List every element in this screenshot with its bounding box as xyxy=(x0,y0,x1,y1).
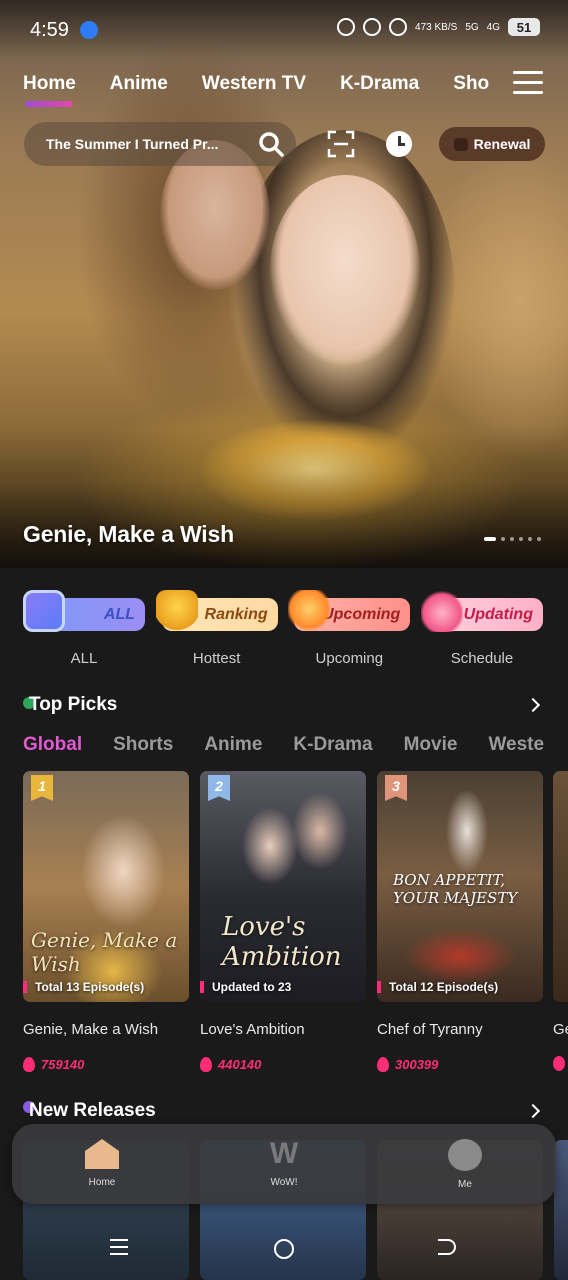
flame-icon xyxy=(553,1056,565,1071)
renewal-label: Renewal xyxy=(473,136,531,152)
chip-ranking[interactable]: Ranking xyxy=(155,590,278,638)
nav-wow-label: WoW! xyxy=(270,1177,298,1188)
search-icon[interactable] xyxy=(258,131,284,157)
chip-label-hottest[interactable]: Hottest xyxy=(156,650,278,667)
flame-icon xyxy=(200,1057,212,1072)
trophy-icon xyxy=(155,590,198,632)
new-releases-title: New Releases xyxy=(29,1100,156,1121)
carousel-dots xyxy=(484,537,541,541)
carousel-dot xyxy=(484,537,496,541)
back-icon[interactable] xyxy=(438,1239,456,1255)
subtab-movie[interactable]: Movie xyxy=(404,734,458,756)
wow-icon: W xyxy=(269,1137,299,1170)
rank-badge: 1 xyxy=(31,775,53,801)
show-name[interactable]: Genie, Make a Wish xyxy=(23,1021,189,1038)
chip-upcoming[interactable]: Upcoming xyxy=(288,590,411,638)
rank-badge: 2 xyxy=(208,775,230,801)
poster-title: BON APPETIT, YOUR MAJESTY xyxy=(393,871,518,907)
carousel-dot xyxy=(501,537,505,541)
tab-k-drama[interactable]: K-Drama xyxy=(340,73,419,95)
carousel-dot xyxy=(519,537,523,541)
view-count: 440140 xyxy=(218,1057,262,1072)
headphones-icon xyxy=(363,18,382,36)
view-count: 300399 xyxy=(395,1057,439,1072)
system-nav-bar xyxy=(0,1222,568,1280)
net-speed: 473 KB/S xyxy=(415,21,458,33)
chevron-right-icon[interactable] xyxy=(525,697,541,713)
show-card[interactable]: 3 BON APPETIT, YOUR MAJESTY Total 12 Epi… xyxy=(377,771,543,1072)
carousel-dot xyxy=(537,537,541,541)
calendar-icon xyxy=(23,590,65,632)
show-card[interactable]: 2 Love's Ambition Updated to 23 Love's A… xyxy=(200,771,366,1072)
show-name[interactable]: Love's Ambition xyxy=(200,1021,366,1038)
messenger-icon xyxy=(80,21,98,39)
history-icon[interactable] xyxy=(386,131,412,157)
network-5g: 5G xyxy=(465,21,479,33)
episode-tag: Total 13 Episode(s) xyxy=(23,980,144,994)
view-count: 759140 xyxy=(41,1057,85,1072)
status-time: 4:59 xyxy=(30,19,69,41)
search-bar[interactable]: The Summer I Turned Pr... xyxy=(24,122,296,166)
poster[interactable]: 1 Genie, Make a Wish Total 13 Episode(s) xyxy=(23,771,189,1002)
poster[interactable]: 3 BON APPETIT, YOUR MAJESTY Total 12 Epi… xyxy=(377,771,543,1002)
nav-wow[interactable]: W WoW! xyxy=(244,1137,324,1189)
carousel-dot xyxy=(510,537,514,541)
hero-title[interactable]: Genie, Make a Wish xyxy=(23,521,234,548)
subtab-western[interactable]: Weste xyxy=(488,734,544,756)
subtab-k-drama[interactable]: K-Drama xyxy=(293,734,372,756)
show-card[interactable]: 1 Genie, Make a Wish Total 13 Episode(s)… xyxy=(23,771,189,1072)
menu-icon[interactable] xyxy=(513,71,543,95)
subtab-global[interactable]: Global xyxy=(23,734,82,756)
chip-updating[interactable]: Updating xyxy=(420,590,543,638)
carousel-dot xyxy=(528,537,532,541)
battery-icon: 51 xyxy=(508,18,540,36)
tab-shows[interactable]: Sho xyxy=(453,73,489,95)
top-nav: Home Anime Western TV K-Drama Sho xyxy=(0,60,500,110)
flame-icon xyxy=(420,590,463,632)
nav-me[interactable]: Me xyxy=(425,1139,505,1190)
mute-icon xyxy=(389,18,408,36)
poster-peek[interactable] xyxy=(553,771,568,1002)
poster-title: Love's Ambition xyxy=(222,912,342,972)
episode-tag: Updated to 23 xyxy=(200,980,291,994)
tab-western-tv[interactable]: Western TV xyxy=(202,73,306,95)
chip-label-schedule[interactable]: Schedule xyxy=(421,650,543,667)
recent-apps-icon[interactable] xyxy=(110,1239,128,1260)
nav-home[interactable]: Home xyxy=(62,1139,142,1188)
show-name-peek[interactable]: Ge xyxy=(553,1021,568,1038)
home-button-icon[interactable] xyxy=(274,1239,294,1259)
poster[interactable]: 2 Love's Ambition Updated to 23 xyxy=(200,771,366,1002)
nav-home-label: Home xyxy=(88,1177,116,1188)
me-icon xyxy=(448,1139,482,1171)
nav-me-label: Me xyxy=(458,1179,472,1190)
chevron-right-icon[interactable] xyxy=(525,1103,541,1119)
flame-icon xyxy=(377,1057,389,1072)
chip-label-upcoming[interactable]: Upcoming xyxy=(288,650,410,667)
search-input[interactable]: The Summer I Turned Pr... xyxy=(46,136,242,152)
top-picks-title: Top Picks xyxy=(29,694,118,715)
flame-icon xyxy=(23,1057,35,1072)
subtab-anime[interactable]: Anime xyxy=(204,734,262,756)
vip-icon xyxy=(453,137,468,151)
episode-tag: Total 12 Episode(s) xyxy=(377,980,498,994)
tab-anime[interactable]: Anime xyxy=(110,73,168,95)
alarm-icon xyxy=(337,18,356,36)
tab-home[interactable]: Home xyxy=(23,73,76,107)
network-4g: 4G xyxy=(486,21,500,33)
chip-all[interactable]: ALL xyxy=(23,590,145,638)
bottom-nav: Home W WoW! Me xyxy=(12,1124,556,1204)
bell-icon xyxy=(288,590,331,632)
status-bar: 4:59 473 KB/S 5G 4G 51 xyxy=(0,0,568,60)
chip-label-all[interactable]: ALL xyxy=(23,650,145,667)
show-name[interactable]: Chef of Tyranny xyxy=(377,1021,543,1038)
subtab-shorts[interactable]: Shorts xyxy=(113,734,173,756)
rank-badge: 3 xyxy=(385,775,407,801)
home-icon xyxy=(85,1139,119,1169)
category-chips: ALL Ranking Upcoming Updating xyxy=(23,590,543,638)
scan-icon[interactable] xyxy=(327,130,355,158)
poster-title: Genie, Make a Wish xyxy=(31,928,178,976)
renewal-button[interactable]: Renewal xyxy=(439,127,545,161)
